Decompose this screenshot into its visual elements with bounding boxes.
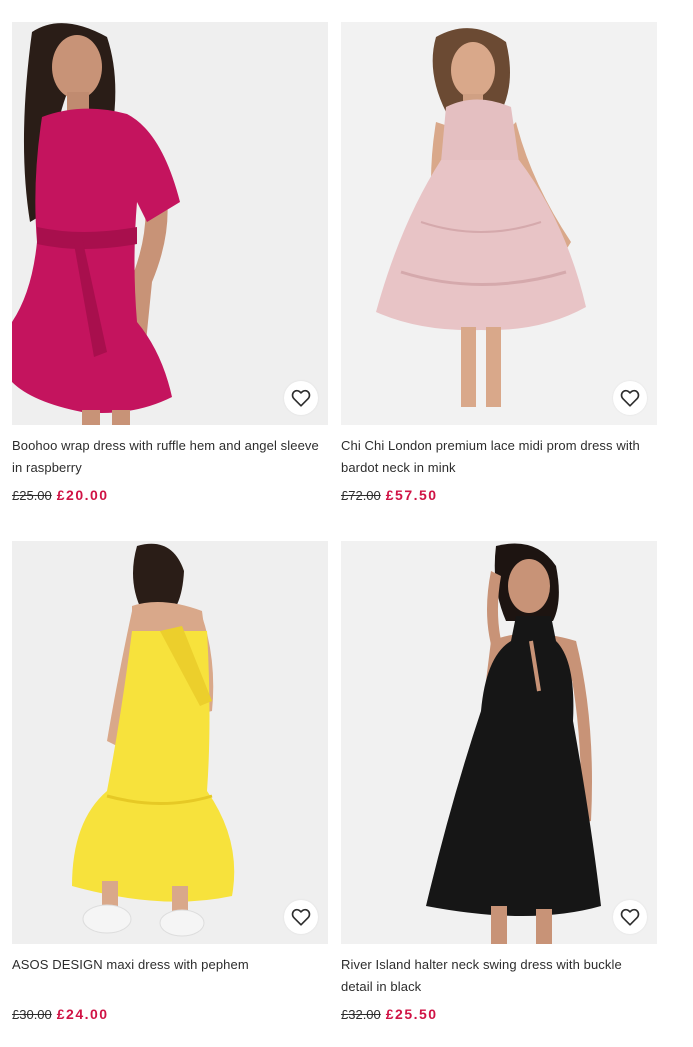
heart-outline-icon xyxy=(291,389,311,407)
product-card[interactable]: ASOS DESIGN maxi dress with pephem £30.0… xyxy=(12,541,328,1027)
product-grid: Boohoo wrap dress with ruffle hem and an… xyxy=(12,22,657,1027)
product-title[interactable]: Chi Chi London premium lace midi prom dr… xyxy=(341,435,657,479)
sale-price: £25.50 xyxy=(385,1006,438,1022)
sale-price: £57.50 xyxy=(385,487,438,503)
previous-price: £25.00 xyxy=(12,488,52,503)
product-card[interactable]: Chi Chi London premium lace midi prom dr… xyxy=(341,22,657,508)
product-photo-black-halter-dress xyxy=(341,541,657,944)
product-prices: £30.00 £24.00 xyxy=(12,1005,328,1024)
product-prices: £25.00 £20.00 xyxy=(12,486,328,505)
product-prices: £72.00 £57.50 xyxy=(341,486,657,505)
previous-price: £32.00 xyxy=(341,1007,381,1022)
product-photo-raspberry-dress xyxy=(12,22,328,425)
product-title[interactable]: River Island halter neck swing dress wit… xyxy=(341,954,657,998)
previous-price: £30.00 xyxy=(12,1007,52,1022)
product-prices: £32.00 £25.50 xyxy=(341,1005,657,1024)
product-photo-lace-prom-dress xyxy=(341,22,657,425)
product-image[interactable] xyxy=(12,541,328,944)
previous-price: £72.00 xyxy=(341,488,381,503)
product-title[interactable]: Boohoo wrap dress with ruffle hem and an… xyxy=(12,435,328,479)
product-title[interactable]: ASOS DESIGN maxi dress with pephem xyxy=(12,954,328,998)
product-image[interactable] xyxy=(341,22,657,425)
product-card[interactable]: Boohoo wrap dress with ruffle hem and an… xyxy=(12,22,328,508)
save-for-later-button[interactable] xyxy=(613,900,647,934)
sale-price: £20.00 xyxy=(56,487,109,503)
heart-outline-icon xyxy=(291,908,311,926)
save-for-later-button[interactable] xyxy=(284,900,318,934)
heart-outline-icon xyxy=(620,389,640,407)
save-for-later-button[interactable] xyxy=(613,381,647,415)
product-card[interactable]: River Island halter neck swing dress wit… xyxy=(341,541,657,1027)
sale-price: £24.00 xyxy=(56,1006,109,1022)
save-for-later-button[interactable] xyxy=(284,381,318,415)
product-image[interactable] xyxy=(341,541,657,944)
product-photo-yellow-maxi-dress xyxy=(12,541,328,944)
heart-outline-icon xyxy=(620,908,640,926)
product-image[interactable] xyxy=(12,22,328,425)
